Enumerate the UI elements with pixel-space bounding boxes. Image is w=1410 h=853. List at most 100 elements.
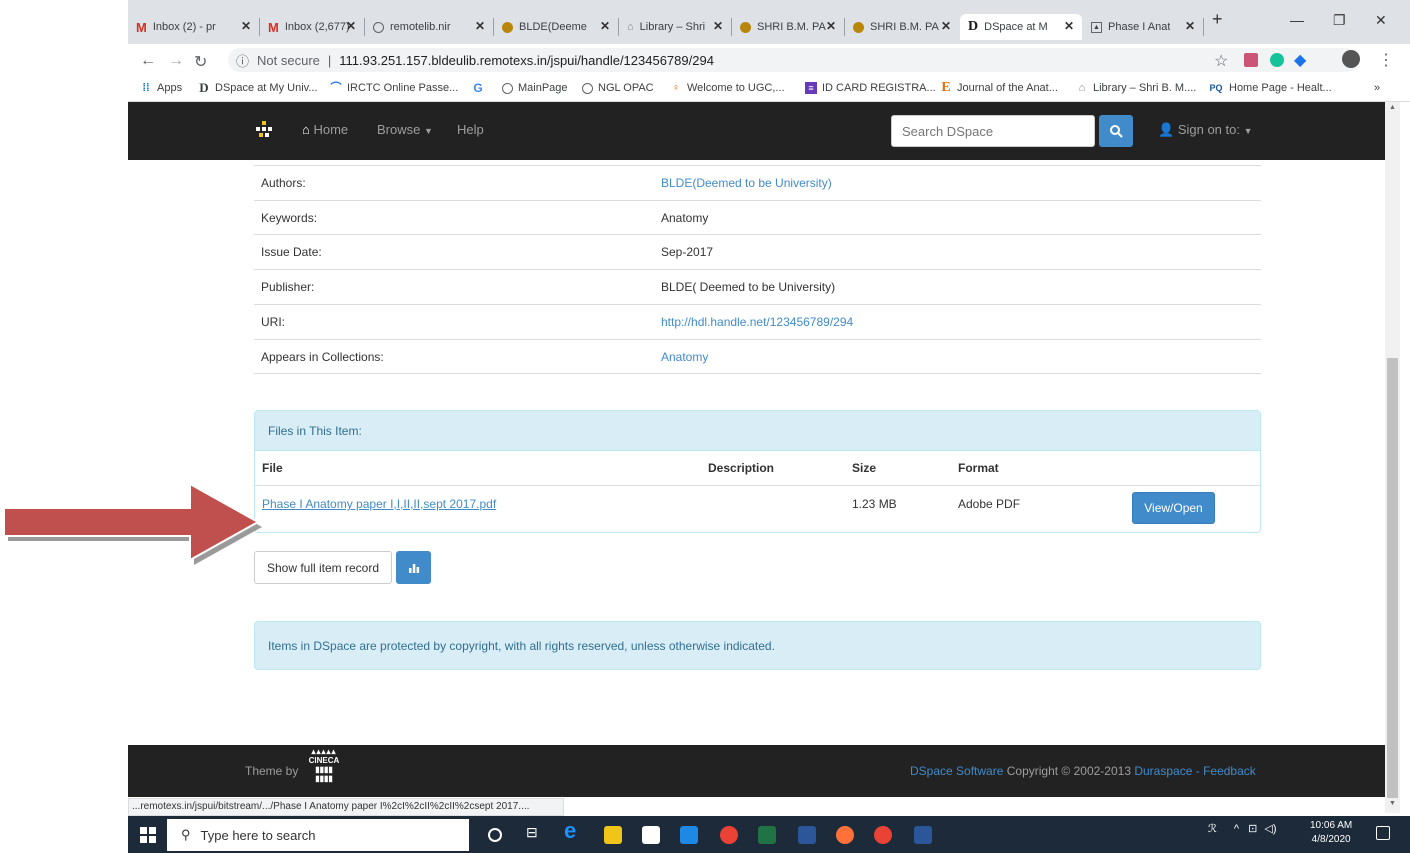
tab-remotelib[interactable]: remotelib.nir ✕ [365,14,493,40]
task-view-icon[interactable]: ⊟ [526,824,544,842]
file-explorer-icon[interactable] [604,826,622,844]
network-icon[interactable]: ⊡ [1248,823,1257,835]
browse-dropdown[interactable]: Browse ▼ [377,122,433,137]
star-icon[interactable]: ☆ [1214,51,1228,71]
status-url-bar: ...remotexs.in/jspui/bitstream/.../Phase… [128,798,564,816]
people-icon[interactable]: ℛ [1208,823,1217,835]
close-icon[interactable]: ✕ [713,19,723,33]
tab-title: SHRI B.M. PA [757,21,826,33]
edge-icon[interactable]: e [564,818,582,843]
tab-title: SHRI B.M. PA [870,21,939,33]
page-scrollbar[interactable]: ▲ ▼ [1385,102,1400,813]
chrome-icon[interactable] [720,826,738,844]
bookmark-dspace[interactable]: D DSpace at My Univ... [198,81,317,94]
bookmark-id-card[interactable]: ≡ ID CARD REGISTRA... [805,82,936,94]
tab-blde[interactable]: BLDE(Deeme ✕ [494,14,618,40]
tab-shri-1[interactable]: SHRI B.M. PA ✕ [732,14,844,40]
show-full-item-record-button[interactable]: Show full item record [254,551,392,584]
info-icon[interactable]: ⓘ [236,51,249,70]
feedback-link[interactable]: Feedback [1203,764,1256,778]
bookmarks-more[interactable]: » [1374,82,1380,94]
media-icon[interactable] [798,826,816,844]
metadata-value-link[interactable]: BLDE(Deemed to be University) [661,176,832,190]
file-download-link[interactable]: Phase I Anatomy paper I,I,II,II,sept 201… [262,497,496,511]
blde-icon [502,21,513,33]
chrome-profile-icon[interactable] [874,826,892,844]
excel-icon[interactable] [758,826,776,844]
taskbar-clock[interactable]: 10:06 AM 4/8/2020 [1310,819,1352,847]
word-icon[interactable] [914,826,932,844]
volume-icon[interactable]: ◁) [1264,823,1276,835]
bookmark-ngl-opac[interactable]: NGL OPAC [582,82,654,94]
bookmark-ugc[interactable]: ♀ Welcome to UGC,... [670,82,785,94]
menu-dots-icon[interactable]: ⋮ [1378,50,1394,70]
metadata-label: Issue Date: [261,245,322,259]
tab-title: DSpace at M [984,21,1048,33]
extension-icon[interactable]: ◆ [1294,50,1306,70]
close-icon[interactable]: ✕ [600,19,610,33]
system-tray[interactable]: ℛ ^ ⊡ ◁) [1208,822,1276,835]
search-input[interactable] [891,115,1095,147]
firefox-icon[interactable] [836,826,854,844]
grammarly-icon[interactable] [1270,53,1284,67]
cortana-icon[interactable] [488,828,502,842]
bookmark-journal[interactable]: E Journal of the Anat... [940,81,1058,95]
notification-icon[interactable] [1376,826,1390,840]
profile-avatar[interactable] [1342,50,1360,68]
restore-icon[interactable]: ❐ [1333,12,1346,29]
forward-arrow-icon[interactable]: → [168,52,184,70]
scroll-thumb[interactable] [1387,358,1398,798]
minimize-icon[interactable]: — [1290,12,1304,28]
help-link[interactable]: Help [457,122,484,137]
url-input[interactable]: ⓘ Not secure | 111.93.251.157.bldeulib.r… [228,48,1358,72]
search-button[interactable] [1099,115,1133,147]
taskbar-search-input[interactable]: ⚲ Type here to search [167,819,469,851]
clock-time: 10:06 AM [1310,820,1353,831]
sign-on-dropdown[interactable]: 👤 Sign on to: ▼ [1158,122,1253,138]
dspace-footer: Theme by ▴▴▴▴▴ CINECA ▮▮▮▮ ▮▮▮▮ DSpace S… [128,745,1385,797]
view-open-button[interactable]: View/Open [1132,492,1215,524]
close-icon[interactable]: ✕ [1064,19,1074,33]
cineca-logo[interactable]: ▴▴▴▴▴ CINECA ▮▮▮▮ ▮▮▮▮ [304,747,344,791]
metadata-value-link[interactable]: Anatomy [661,350,708,364]
back-arrow-icon[interactable]: ← [140,52,156,70]
close-icon[interactable]: ✕ [241,19,251,33]
store-icon[interactable] [642,826,660,844]
tab-phase-pdf[interactable]: ▲ Phase I Anat ✕ [1083,14,1203,40]
reload-icon[interactable]: ↻ [194,52,207,72]
tab-library[interactable]: ⌂ Library – Shri ✕ [619,14,731,40]
duraspace-link[interactable]: Duraspace [1134,764,1192,778]
metadata-label: URI: [261,315,285,329]
close-icon[interactable]: ✕ [475,19,485,33]
extension-pdf-icon[interactable] [1244,53,1258,67]
close-icon[interactable]: ✕ [826,19,836,33]
window-close-icon[interactable]: ✕ [1375,12,1387,29]
bookmark-mainpage[interactable]: MainPage [502,82,568,94]
tab-dspace-active[interactable]: D DSpace at M ✕ [960,14,1082,40]
bookmark-irctc[interactable]: ⌒ IRCTC Online Passe... [330,82,459,94]
home-label: Home [313,122,349,137]
bookmark-library[interactable]: ⌂ Library – Shri B. M.... [1076,82,1197,94]
chevron-up-icon[interactable]: ^ [1234,823,1239,835]
scroll-up-icon[interactable]: ▲ [1389,104,1396,111]
dspace-logo-icon[interactable] [256,121,272,139]
metadata-value-link[interactable]: http://hdl.handle.net/123456789/294 [661,315,853,329]
bookmark-google[interactable]: G [472,82,489,94]
close-icon[interactable]: ✕ [1185,19,1195,33]
tab-inbox-1[interactable]: M Inbox (2) - pr ✕ [128,14,259,40]
close-icon[interactable]: ✕ [346,19,356,33]
bookmark-pq[interactable]: PQ Home Page - Healt... [1208,82,1331,94]
statistics-button[interactable] [396,551,431,584]
close-icon[interactable]: ✕ [941,19,951,33]
metadata-value: Anatomy [661,211,709,225]
bookmark-apps[interactable]: ⁞⁞ Apps [140,82,182,94]
dspace-software-link[interactable]: DSpace Software [910,764,1003,778]
home-link[interactable]: ⌂ Home [302,122,348,137]
new-tab-button[interactable]: + [1212,9,1223,30]
column-header-description: Description [708,461,775,475]
windows-start-icon[interactable] [140,827,156,843]
mail-icon[interactable] [680,826,698,844]
tab-inbox-2[interactable]: M Inbox (2,677) ✕ [260,14,364,40]
tab-shri-2[interactable]: SHRI B.M. PA ✕ [845,14,959,40]
scroll-down-icon[interactable]: ▼ [1389,800,1396,807]
